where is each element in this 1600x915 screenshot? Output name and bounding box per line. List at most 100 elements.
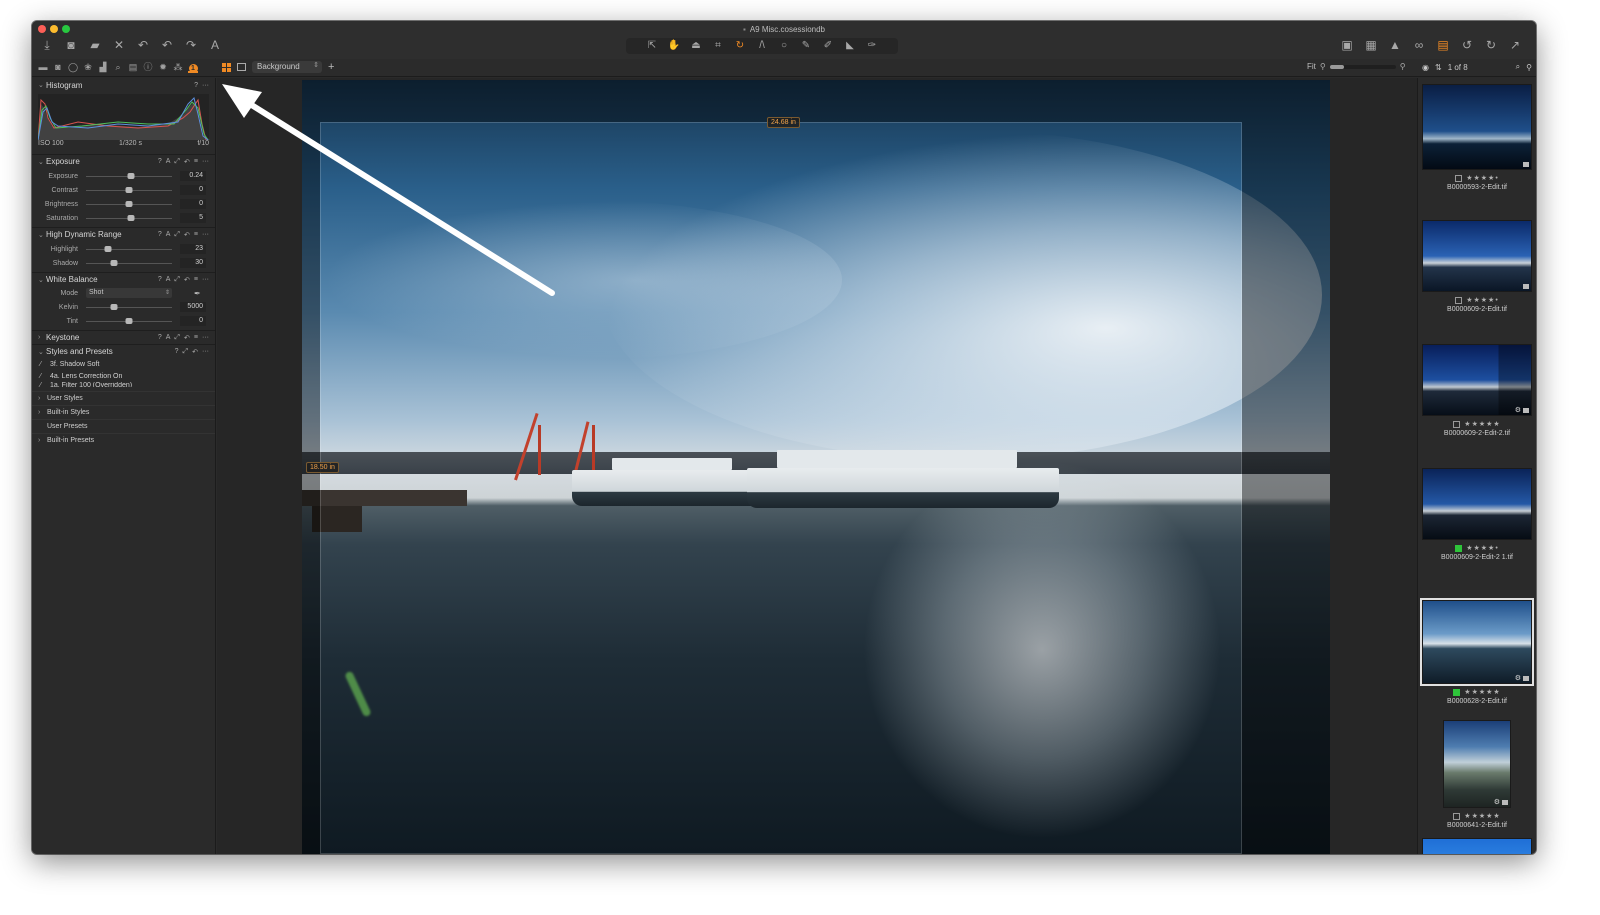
color-tag-checkbox[interactable] [1455,174,1463,182]
star-rating[interactable]: ★★★★• [1466,544,1499,552]
zoom-in-icon[interactable]: ⚲ [1400,62,1406,71]
copy-apply-icon[interactable]: ⤢ [183,348,189,356]
help-icon[interactable]: ? [158,276,162,284]
copy-apply-icon[interactable]: ⤢ [174,158,180,166]
more-icon[interactable]: ··· [202,231,209,239]
lens-tab-icon[interactable]: ◯ [68,61,78,73]
output-tab-icon[interactable]: ✹ [158,61,168,73]
exposure-tab-icon[interactable]: ▟ [98,61,108,73]
brush-icon[interactable]: ✐ [820,39,836,53]
help-icon[interactable]: ? [194,82,198,89]
exposure-warning-icon[interactable]: ▲ [1388,38,1402,52]
crop-tool-icon[interactable]: ⌗ [710,39,726,53]
presets-icon[interactable]: ≡ [194,158,198,166]
reset-icon[interactable]: ↶ [184,158,190,166]
slider-track[interactable] [86,245,172,252]
thumbnail-image[interactable] [1422,468,1532,540]
thumbnail[interactable]: ⚙ ★★★★★ B0000609-2-Edit-2.tif [1420,344,1534,437]
slider-track[interactable] [86,303,172,310]
slider-value-field[interactable]: 0.24 [180,171,206,181]
reset-icon[interactable]: ↶ [184,276,190,284]
slider-value-field[interactable]: 0 [180,199,206,209]
copy-apply-icon[interactable]: ⤢ [174,334,180,342]
slider-value-field[interactable]: 5000 [180,302,206,312]
edit-mask-icon[interactable]: ▣ [1340,38,1354,52]
redo-icon[interactable]: ↷ [184,38,198,52]
thumbnail-image[interactable]: ⚙ [1420,598,1534,686]
slider-value-field[interactable]: 5 [180,213,206,223]
thumbnail[interactable]: ★★★★• B0000609-2-Edit.tif [1420,220,1534,313]
thumbnail-image[interactable] [1422,84,1532,170]
color-tag-checkbox[interactable] [1455,296,1463,304]
sort-icon[interactable]: ⇅ [1435,63,1442,72]
eyedropper-icon[interactable]: ✒ [194,289,201,298]
slider-track[interactable] [86,317,172,324]
presets-icon[interactable]: ≡ [194,334,198,342]
help-icon[interactable]: ? [175,348,179,356]
undo-all-icon[interactable]: ↶ [136,38,150,52]
photo-preview[interactable]: 24.68 in 18.50 in [302,80,1330,854]
folder-export-icon[interactable]: ▰ [88,38,102,52]
loupe-tool-icon[interactable]: ⏏ [688,39,704,53]
thumbnail-image[interactable] [1422,838,1532,854]
thumbnail-image[interactable] [1422,220,1532,292]
slider-value-field[interactable]: 0 [180,316,206,326]
color-tag-checkbox[interactable] [1453,420,1461,428]
slider-track[interactable] [86,200,172,207]
capture-tab-icon[interactable]: ◙ [53,61,63,73]
auto-icon[interactable]: A [166,158,171,166]
details-tab-icon[interactable]: ⌕ [113,61,123,73]
spot-removal-icon[interactable]: ○ [776,39,792,53]
browser-search-icon[interactable]: ⌕ [1516,62,1520,72]
apply-adjustments-icon[interactable]: ↗ [1508,38,1522,52]
slider-track[interactable] [86,259,172,266]
auto-icon[interactable]: A [166,334,171,342]
delete-icon[interactable]: ✕ [112,38,126,52]
star-rating[interactable]: ★★★★★ [1464,688,1500,696]
rotate-tool-icon[interactable]: ↻ [732,39,748,53]
slider-value-field[interactable]: 23 [180,244,206,254]
slider-knob[interactable] [125,200,133,207]
copy-apply-icon[interactable]: ⤢ [174,276,180,284]
exposure-header[interactable]: ⌄ Exposure ? A ⤢ ↶ ≡ ··· [32,154,215,168]
more-icon[interactable]: ··· [202,82,209,89]
slider-knob[interactable] [110,303,118,310]
thumbnail[interactable]: ⚙ ★★★★★ B0000628-2-Edit.tif [1420,598,1534,705]
eye-icon[interactable]: ◉ [1422,63,1429,72]
thumbnail-image[interactable]: ⚙ [1422,344,1532,416]
zoom-out-icon[interactable]: ⚲ [1320,62,1326,71]
presets-icon[interactable]: ≡ [194,231,198,239]
auto-icon[interactable]: A [166,231,171,239]
quick-tab-icon[interactable]: 1 [188,61,198,73]
slider-track[interactable] [86,186,172,193]
undo-icon[interactable]: ↶ [160,38,174,52]
applied-style[interactable]: ⁄ 1a. Filter 100 (Overridden) [32,382,215,387]
slider-knob[interactable] [127,214,135,221]
batch-tab-icon[interactable]: ⁂ [173,61,183,73]
style-group-user-styles[interactable]: › User Styles [32,391,215,405]
applied-style[interactable]: ⁄ 3f. Shadow Soft [32,358,215,370]
keystone-header[interactable]: › Keystone ? A ⤢ ↶ ≡ ··· [32,330,215,344]
keystone-tool-icon[interactable]: /\ [754,39,770,53]
single-view-icon[interactable] [237,63,246,71]
import-icon[interactable]: ⤓ [40,38,54,52]
add-layer-icon[interactable]: + [328,61,334,73]
thumbnail[interactable]: ⚙ ★★★★★ B0000641-2-Edit.tif [1420,720,1534,829]
crop-frame[interactable] [320,122,1242,854]
rotate-right-icon[interactable]: ↻ [1484,38,1498,52]
auto-icon[interactable]: A [166,276,171,284]
more-icon[interactable]: ··· [202,334,209,342]
browser-filter-icon[interactable]: ⚲ [1526,63,1532,72]
library-tab-icon[interactable]: ▬ [38,61,48,73]
thumbnail[interactable] [1420,838,1534,854]
help-icon[interactable]: ? [158,334,162,342]
adjustments-tab-icon[interactable]: ▤ [128,61,138,73]
image-viewer[interactable]: 24.68 in 18.50 in [217,78,1417,854]
slider-knob[interactable] [104,245,112,252]
star-rating[interactable]: ★★★★★ [1464,420,1500,428]
rotate-left-icon[interactable]: ↺ [1460,38,1474,52]
layer-select[interactable]: Background [252,61,322,73]
slider-track[interactable] [86,172,172,179]
select-tool-icon[interactable]: ⇱ [644,39,660,53]
camera-icon[interactable]: ◙ [64,38,78,52]
